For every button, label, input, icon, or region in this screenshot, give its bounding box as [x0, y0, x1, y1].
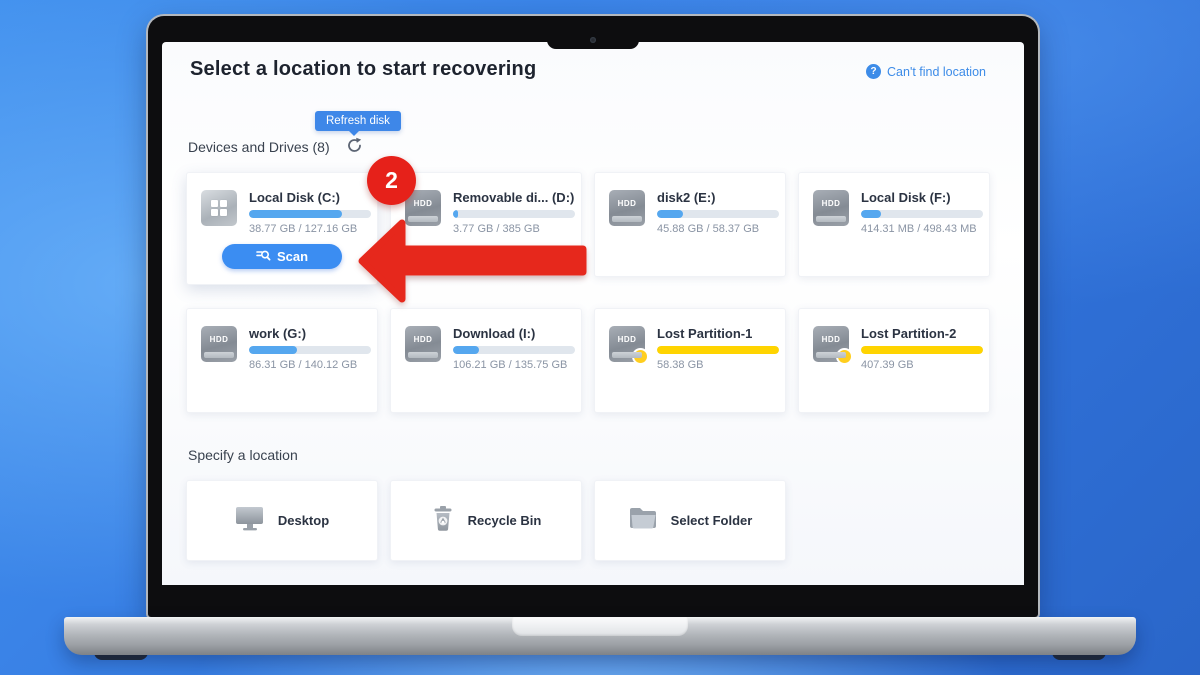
drive-size: 45.88 GB / 58.37 GB [657, 223, 760, 235]
location-card-desktop[interactable]: Desktop [186, 480, 378, 561]
drive-card-download-i[interactable]: HDD Download (I:) 106.21 GB / 135.75 GB [390, 308, 582, 413]
hdd-icon: HDD [201, 326, 237, 362]
help-link-label: Can't find location [887, 64, 986, 79]
hdd-lost-icon: HDD [609, 326, 649, 365]
drive-name: Lost Partition-2 [861, 326, 957, 341]
specify-section-label: Specify a location [188, 447, 298, 463]
drive-size: 86.31 GB / 140.12 GB [249, 359, 358, 371]
location-label: Desktop [277, 513, 330, 528]
drive-size: 414.31 MB / 498.43 MB [861, 223, 977, 235]
drive-size: 58.38 GB [657, 359, 704, 371]
recycle-bin-icon [431, 505, 455, 537]
capacity-bar [453, 346, 575, 354]
drive-name: Lost Partition-1 [657, 326, 753, 341]
drive-card-lost-partition-2[interactable]: HDD Lost Partition-2 407.39 GB [798, 308, 990, 413]
question-icon: ? [866, 64, 882, 79]
hdd-icon: HDD [609, 190, 645, 226]
drive-name: work (G:) [249, 326, 307, 341]
desktop-icon [235, 505, 265, 536]
red-arrow-annotation [358, 219, 587, 303]
drive-size: 106.21 GB / 135.75 GB [453, 359, 568, 371]
hdd-icon: HDD [405, 326, 441, 362]
capacity-bar [861, 210, 983, 218]
page-title: Select a location to start recovering [190, 58, 537, 80]
step-number-badge: 2 [367, 156, 416, 205]
location-label: Select Folder [670, 513, 753, 528]
drive-name: Download (I:) [453, 326, 536, 341]
hdd-lost-icon: HDD [813, 326, 853, 365]
drive-card-local-disk-f[interactable]: HDD Local Disk (F:) 414.31 MB / 498.43 M… [798, 172, 990, 277]
laptop-lid-notch [512, 617, 688, 636]
blue-background: Select a location to start recovering ? … [0, 0, 1200, 675]
scan-icon [256, 249, 271, 265]
location-label: Recycle Bin [467, 513, 542, 528]
laptop-base [64, 617, 1136, 655]
capacity-bar [249, 346, 371, 354]
drive-name: disk2 (E:) [657, 190, 716, 205]
drive-size: 407.39 GB [861, 359, 914, 371]
devices-section-label: Devices and Drives (8) [188, 139, 330, 155]
refresh-disk-tooltip: Refresh disk [315, 111, 401, 136]
drive-name: Local Disk (F:) [861, 190, 951, 205]
capacity-bar [861, 346, 983, 354]
laptop-notch [547, 16, 639, 49]
scan-button-label: Scan [276, 249, 309, 264]
capacity-bar [657, 210, 779, 218]
cant-find-location-link[interactable]: ? Can't find location [866, 64, 986, 79]
drive-name: Removable di... (D:) [453, 190, 575, 205]
drive-card-work-g[interactable]: HDD work (G:) 86.31 GB / 140.12 GB [186, 308, 378, 413]
camera-dot [590, 37, 596, 43]
laptop-screen: Select a location to start recovering ? … [148, 16, 1038, 617]
folder-icon [628, 506, 658, 535]
drive-card-lost-partition-1[interactable]: HDD Lost Partition-1 58.38 GB [594, 308, 786, 413]
hdd-icon: HDD [813, 190, 849, 226]
drive-card-disk2-e[interactable]: HDD disk2 (E:) 45.88 GB / 58.37 GB [594, 172, 786, 277]
location-card-select-folder[interactable]: Select Folder [594, 480, 786, 561]
windows-drive-icon [201, 190, 237, 226]
drive-name: Local Disk (C:) [249, 190, 341, 205]
capacity-bar [657, 346, 779, 354]
location-card-recycle-bin[interactable]: Recycle Bin [390, 480, 582, 561]
app-window: Select a location to start recovering ? … [162, 42, 1024, 585]
